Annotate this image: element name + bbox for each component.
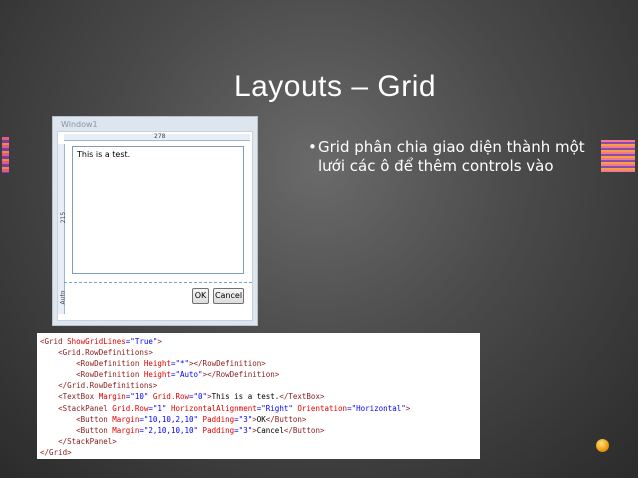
code-line: <RowDefinition Height="Auto"></RowDefini… [40, 369, 480, 380]
code-token: <Grid.RowDefinitions> [58, 348, 153, 358]
code-line: <TextBox Margin="10" Grid.Row="0">This i… [40, 391, 480, 402]
textbox-content: This is a test. [77, 150, 131, 159]
code-line: <StackPanel Grid.Row="1" HorizontalAlign… [40, 403, 480, 414]
code-token: ="0" [189, 392, 208, 402]
code-token: ="10,10,2,10" [139, 414, 199, 424]
ok-button[interactable]: OK [192, 288, 209, 304]
code-token: <StackPanel [58, 403, 113, 413]
code-token: <Grid [40, 337, 68, 346]
code-line: <Button Margin="10,10,2,10" Padding="3">… [40, 414, 480, 425]
code-token: Margin [98, 392, 126, 402]
code-token: ></RowDefinition> [202, 370, 280, 380]
code-line: <Grid.RowDefinitions> [40, 347, 480, 358]
row-ruler: 215 Auto [58, 144, 68, 314]
code-token: Height [143, 359, 171, 369]
code-token: ="1" [148, 403, 167, 413]
code-token: Grid.Row [148, 392, 190, 402]
grid-row-divider [64, 282, 252, 283]
cancel-button[interactable]: Cancel [213, 288, 244, 304]
code-token: ="10" [125, 392, 149, 402]
code-token: ="Auto" [170, 370, 203, 380]
code-token: HorizontalAlignment [166, 403, 257, 413]
code-token: <TextBox [58, 392, 99, 402]
slide-title: Layouts – Grid [233, 70, 437, 103]
code-token: </TextBox> [279, 392, 325, 402]
code-token: ="True" [125, 337, 158, 346]
orb-icon [596, 439, 609, 452]
code-token: ="3" [234, 414, 253, 424]
code-token: Padding [198, 414, 235, 424]
code-token: </Button> [265, 414, 307, 424]
code-token: Cancel [256, 425, 284, 435]
code-line: <RowDefinition Height="*"></RowDefinitio… [40, 358, 480, 369]
code-token: ></RowDefinition> [189, 359, 266, 369]
code-token: ="Right" [256, 403, 293, 413]
bullet-dot-icon: • [308, 138, 317, 156]
code-token: ShowGridLines [67, 337, 126, 346]
code-line: </Grid> [40, 447, 480, 458]
code-token: Height [143, 370, 171, 380]
code-token: Orientation [292, 403, 348, 413]
window-title: Window1 [61, 120, 98, 129]
right-stripe-decoration [601, 140, 635, 172]
code-token: This is a test. [211, 392, 280, 402]
code-token: Grid.Row [112, 403, 149, 413]
code-line: <Button Margin="2,10,10,10" Padding="3">… [40, 425, 480, 436]
code-line: <Grid ShowGridLines="True"> [40, 336, 480, 347]
code-token: </Grid> [40, 447, 72, 457]
bullet-list: • Grid phân chia giao diện thành một lướ… [308, 138, 598, 176]
code-token: ="Horizontal" [347, 403, 406, 413]
bullet-text: Grid phân chia giao diện thành một lưới … [318, 138, 585, 175]
code-token: </Button> [283, 425, 325, 435]
code-token: Margin [112, 414, 140, 424]
code-token: ="*" [170, 359, 190, 369]
window-screenshot: Window1 278 215 Auto This is a test. OK … [52, 116, 258, 326]
row-auto-label: Auto [59, 290, 67, 305]
column-width-label: 278 [154, 133, 166, 140]
code-token: </StackPanel> [58, 436, 117, 446]
code-token: > [157, 337, 162, 346]
code-token: <Button [76, 425, 113, 435]
column-ruler: 278 [64, 133, 250, 141]
code-token: <RowDefinition [76, 359, 144, 369]
row-height-label: 215 [60, 211, 68, 224]
code-token: > [405, 403, 411, 413]
window-client-area: 278 215 Auto This is a test. OK Cancel [57, 131, 253, 321]
code-token: Padding [198, 425, 235, 435]
code-token: Margin [112, 425, 140, 435]
xaml-code-listing: <Grid ShowGridLines="True"> <Grid.RowDef… [37, 333, 480, 459]
code-token: ="2,10,10,10" [139, 425, 199, 435]
code-line: </Grid.RowDefinitions> [40, 380, 480, 391]
code-token: OK [256, 414, 266, 424]
left-stripe-decoration [2, 137, 9, 173]
sample-textbox[interactable]: This is a test. [72, 146, 244, 274]
code-token: </Grid.RowDefinitions> [58, 381, 158, 391]
code-token: <Button [76, 414, 113, 424]
code-token: ="3" [234, 425, 253, 435]
code-line: </StackPanel> [40, 436, 480, 447]
code-token: <RowDefinition [76, 370, 144, 380]
